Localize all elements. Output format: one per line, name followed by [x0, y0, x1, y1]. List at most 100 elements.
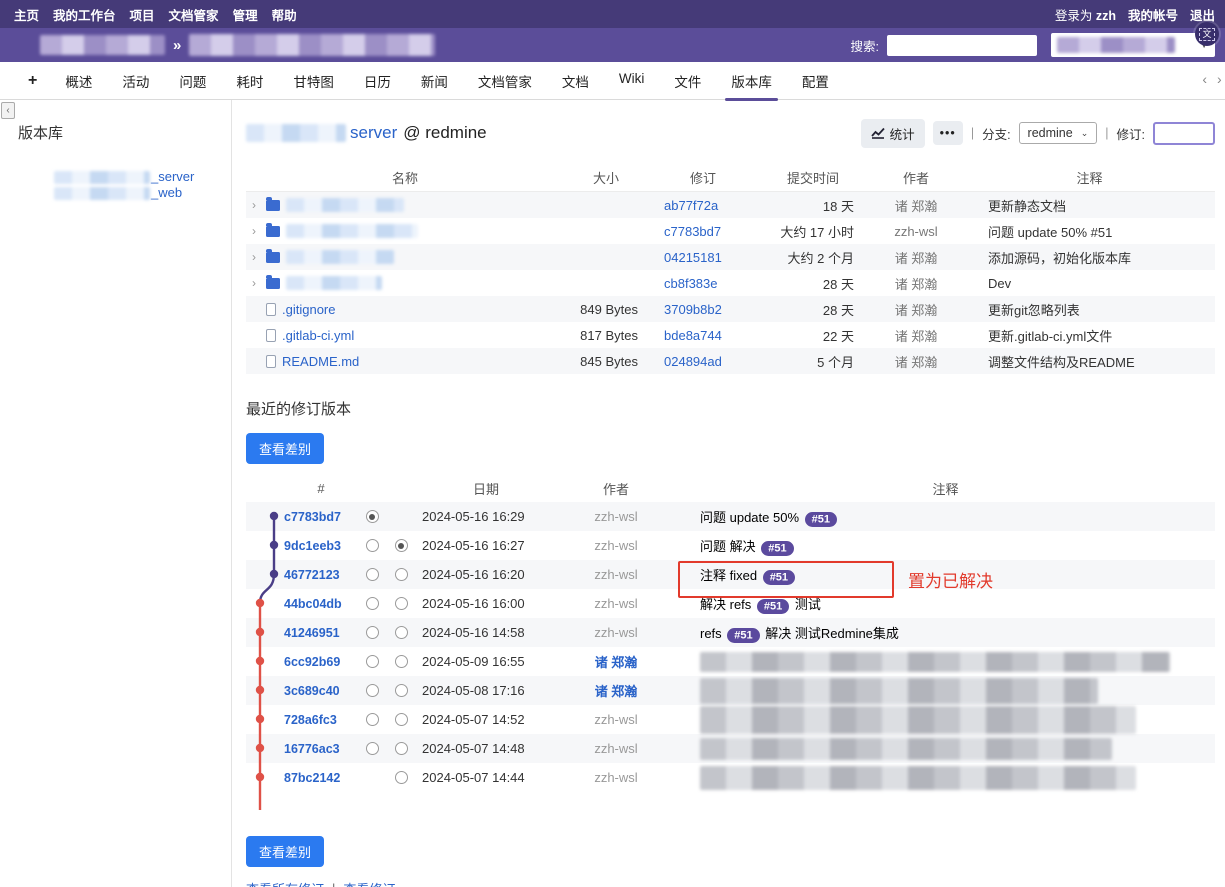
diff-from-radio[interactable] — [366, 713, 379, 726]
issue-badge[interactable]: #51 — [761, 541, 793, 556]
revision-id-link[interactable]: c7783bd7 — [284, 510, 341, 524]
tab-问题[interactable]: 问题 — [177, 61, 208, 101]
issue-badge[interactable]: #51 — [763, 570, 795, 585]
revision-id-link[interactable]: 41246951 — [284, 626, 340, 640]
file-name-link[interactable]: .gitignore — [282, 302, 335, 317]
comment-text: refs — [700, 626, 725, 641]
issue-badge[interactable]: #51 — [805, 512, 837, 527]
revision-link[interactable]: c7783bd7 — [664, 224, 721, 239]
revision-comment-cell — [676, 678, 1215, 704]
tab-活动[interactable]: 活动 — [120, 61, 151, 101]
revision-id-link[interactable]: 6cc92b69 — [284, 655, 340, 669]
tab-文件[interactable]: 文件 — [672, 61, 703, 101]
file-name-link[interactable]: .gitlab-ci.yml — [282, 328, 354, 343]
diff-to-radio[interactable] — [395, 626, 408, 639]
diff-from-cell — [358, 713, 386, 726]
expand-chevron-icon[interactable]: › — [252, 250, 260, 264]
issue-badge[interactable]: #51 — [727, 628, 759, 643]
diff-to-radio[interactable] — [395, 713, 408, 726]
revision-id-link[interactable]: 16776ac3 — [284, 742, 340, 756]
view-diff-button-bottom[interactable]: 查看差别 — [246, 836, 324, 867]
tab-文档管家[interactable]: 文档管家 — [476, 61, 534, 101]
file-revision-cell: c7783bd7 — [648, 224, 758, 239]
revision-link[interactable]: 024894ad — [664, 354, 722, 369]
revision-input[interactable] — [1153, 122, 1215, 145]
redacted-repo-prefix — [246, 124, 346, 142]
revision-id-link[interactable]: 3c689c40 — [284, 684, 340, 698]
my-account-link[interactable]: 我的帐号 — [1128, 5, 1178, 24]
repository-link[interactable]: _web — [151, 185, 182, 200]
tab-scroll-right-icon[interactable]: › — [1217, 71, 1223, 87]
expand-chevron-icon[interactable]: › — [252, 276, 260, 290]
revision-date-cell: 2024-05-16 16:00 — [416, 596, 556, 611]
table-row: ›04215181大约 2 个月诸 郑瀚添加源码，初始化版本库 — [246, 244, 1215, 270]
column-header-author: 作者 — [556, 479, 676, 498]
more-actions-button[interactable]: ••• — [933, 121, 963, 145]
translate-icon[interactable]: 文 — [1195, 22, 1219, 46]
tab-新闻[interactable]: 新闻 — [419, 61, 450, 101]
diff-to-radio[interactable] — [395, 771, 408, 784]
revision-comment-cell — [676, 652, 1215, 672]
issue-badge[interactable]: #51 — [757, 599, 789, 614]
revision-id-link[interactable]: 9dc1eeb3 — [284, 539, 341, 553]
revision-link[interactable]: ab77f72a — [664, 198, 718, 213]
view-diff-button-top[interactable]: 查看差别 — [246, 433, 324, 464]
top-menu-item[interactable]: 我的工作台 — [53, 5, 116, 24]
file-name-link[interactable]: README.md — [282, 354, 359, 369]
author-link[interactable]: 诸 郑瀚 — [595, 684, 638, 699]
revision-link[interactable]: 3709b8b2 — [664, 302, 722, 317]
revision-id-link[interactable]: 87bc2142 — [284, 771, 340, 785]
stats-button[interactable]: 统计 — [861, 119, 925, 148]
expand-chevron-icon[interactable]: › — [252, 198, 260, 212]
revision-link[interactable]: bde8a744 — [664, 328, 722, 343]
diff-from-radio[interactable] — [366, 597, 379, 610]
top-menu-item[interactable]: 主页 — [14, 5, 39, 24]
tab-概述[interactable]: 概述 — [63, 61, 94, 101]
tab-文档[interactable]: 文档 — [560, 61, 591, 101]
revision-link[interactable]: cb8f383e — [664, 276, 718, 291]
repository-link[interactable]: _server — [151, 169, 194, 184]
add-tab-button[interactable]: + — [28, 72, 37, 90]
diff-from-radio[interactable] — [366, 742, 379, 755]
tab-版本库[interactable]: 版本库 — [729, 61, 774, 101]
revision-id-link[interactable]: 728a6fc3 — [284, 713, 337, 727]
branch-select[interactable]: redmine ⌄ — [1019, 122, 1098, 144]
diff-to-radio[interactable] — [395, 655, 408, 668]
tab-配置[interactable]: 配置 — [800, 61, 831, 101]
tab-scroll-left-icon[interactable]: ‹ — [1202, 71, 1207, 87]
comment-text: 问题 update 50% — [700, 510, 803, 525]
diff-from-radio[interactable] — [366, 655, 379, 668]
diff-to-radio[interactable] — [395, 684, 408, 697]
diff-from-radio[interactable] — [366, 626, 379, 639]
top-menu-item[interactable]: 帮助 — [272, 5, 297, 24]
revision-link[interactable]: 04215181 — [664, 250, 722, 265]
diff-from-radio[interactable] — [366, 568, 379, 581]
logout-link[interactable]: 退出 — [1190, 5, 1215, 24]
diff-to-radio[interactable] — [395, 742, 408, 755]
diff-to-radio[interactable] — [395, 539, 408, 552]
top-menu-item[interactable]: 管理 — [233, 5, 258, 24]
view-revisions-link[interactable]: 查看修订 — [343, 879, 395, 887]
project-jump-dropdown[interactable]: ▼ — [1051, 33, 1215, 57]
top-menu-item[interactable]: 文档管家 — [169, 5, 219, 24]
tab-日历[interactable]: 日历 — [362, 61, 393, 101]
author-link[interactable]: 诸 郑瀚 — [595, 655, 638, 670]
diff-to-radio[interactable] — [395, 597, 408, 610]
diff-from-radio[interactable] — [366, 510, 379, 523]
search-input[interactable] — [887, 35, 1037, 56]
view-all-revisions-link[interactable]: 查看所有修订 — [246, 879, 324, 887]
top-menu-item[interactable]: 项目 — [130, 5, 155, 24]
revision-id-link[interactable]: 46772123 — [284, 568, 340, 582]
username: zzh — [1096, 9, 1116, 23]
expand-chevron-icon[interactable]: › — [252, 224, 260, 238]
diff-to-radio[interactable] — [395, 568, 408, 581]
tab-Wiki[interactable]: Wiki — [617, 61, 647, 101]
diff-from-radio[interactable] — [366, 539, 379, 552]
tab-甘特图[interactable]: 甘特图 — [291, 61, 336, 101]
sidebar-collapse-button[interactable]: ‹ — [1, 102, 15, 119]
revision-id-link[interactable]: 44bc04db — [284, 597, 342, 611]
tab-耗时[interactable]: 耗时 — [234, 61, 265, 101]
diff-from-radio[interactable] — [366, 684, 379, 697]
repo-name-link[interactable]: server — [350, 123, 397, 143]
comment-cell: 更新静态文档 — [964, 196, 1215, 215]
